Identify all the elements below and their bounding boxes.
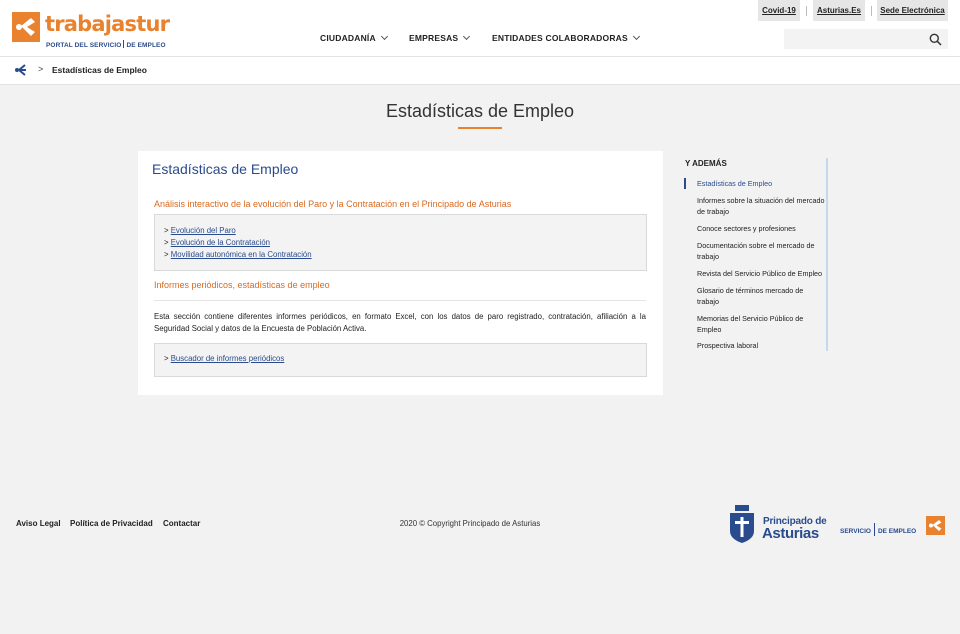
logo-tagline: PORTAL DEL SERVICIO DE EMPLEO [46,40,166,49]
covid-19-link[interactable]: Covid-19 [758,0,800,21]
link-evolucion-paro[interactable]: > Evolución del Paro [164,226,236,235]
search-icon[interactable] [929,33,942,46]
trabajastur-logo[interactable]: trabajastur PORTAL DEL SERVICIO DE EMPLEO [12,12,170,52]
content-heading: Estadísticas de Empleo [152,161,299,177]
logo-brand-text: trabajastur [45,12,170,36]
breadcrumb-current: Estadísticas de Empleo [52,65,147,75]
breadcrumb-separator: > [38,64,44,74]
nav-empresas[interactable]: EMPRESAS [409,32,471,43]
divider [871,6,872,16]
divider [806,6,807,16]
breadcrumb: > Estadísticas de Empleo [0,57,960,85]
sidebar-item-estadisticas[interactable]: Estadísticas de Empleo [697,178,827,189]
sidebar-item-memorias[interactable]: Memorias del Servicio Público de Empleo [697,313,827,335]
search-input[interactable] [784,29,936,49]
search-box [784,29,948,49]
content-card: Estadísticas de Empleo Análisis interact… [138,151,663,395]
trabajastur-logo-icon [12,12,40,42]
link-evolucion-contratacion[interactable]: > Evolución de la Contratación [164,238,270,247]
sidebar-item-documentacion[interactable]: Documentación sobre el mercado de trabaj… [697,240,827,262]
site-header: trabajastur PORTAL DEL SERVICIO DE EMPLEO… [0,0,960,57]
sidebar-item-revista[interactable]: Revista del Servicio Público de Empleo [697,268,827,279]
link-movilidad-autonomica[interactable]: > Movilidad autonómica en la Contratació… [164,250,312,259]
asturias-es-link[interactable]: Asturias.Es [813,0,865,21]
sidebar-y-ademas: Y ADEMÁS Estadísticas de Empleo Informes… [684,158,828,351]
sidebar-item-informes-situacion[interactable]: Informes sobre la situación del mercado … [697,195,827,217]
chevron-down-icon [632,32,640,41]
servicio-empleo-text: SERVICIO DE EMPLEO [840,523,916,536]
top-utility-links: Covid-19 Asturias.Es Sede Electrónica [758,0,948,21]
divider [154,300,646,301]
page-title: Estadísticas de Empleo [385,101,575,121]
principado-line2: Asturias [762,525,819,542]
section-title-informes: Informes periódicos, estadísticas de emp… [154,280,330,290]
chevron-down-icon [463,32,471,41]
sidebar-title: Y ADEMÁS [685,159,727,168]
links-box-informes: > Buscador de informes periódicos [154,343,647,377]
sidebar-item-sectores-profesiones[interactable]: Conoce sectores y profesiones [697,223,827,234]
link-buscador-informes[interactable]: > Buscador de informes periódicos [164,354,284,363]
servicio-empleo-logo-icon[interactable] [926,516,945,535]
nav-entidades-colaboradoras[interactable]: ENTIDADES COLABORADORAS [492,32,640,43]
section-title-analisis: Análisis interactivo de la evolución del… [154,199,512,209]
active-indicator [684,178,686,189]
site-footer: Aviso Legal Política de Privacidad Conta… [0,500,960,550]
links-box-analisis: > Evolución del Paro > Evolución de la C… [154,214,647,271]
section-description: Esta sección contiene diferentes informe… [154,312,646,333]
chevron-down-icon [380,32,388,41]
sidebar-item-prospectiva[interactable]: Prospectiva laboral [697,340,827,351]
home-network-icon[interactable] [14,63,28,77]
sidebar-item-glosario[interactable]: Glosario de términos mercado de trabajo [697,285,827,307]
title-underline [458,127,502,129]
nav-ciudadania[interactable]: CIUDADANÍA [320,32,388,43]
principado-asturias-logo[interactable]: Principado de Asturias [728,503,838,543]
asturias-shield-icon [730,505,754,543]
sede-electronica-link[interactable]: Sede Electrónica [877,0,948,21]
